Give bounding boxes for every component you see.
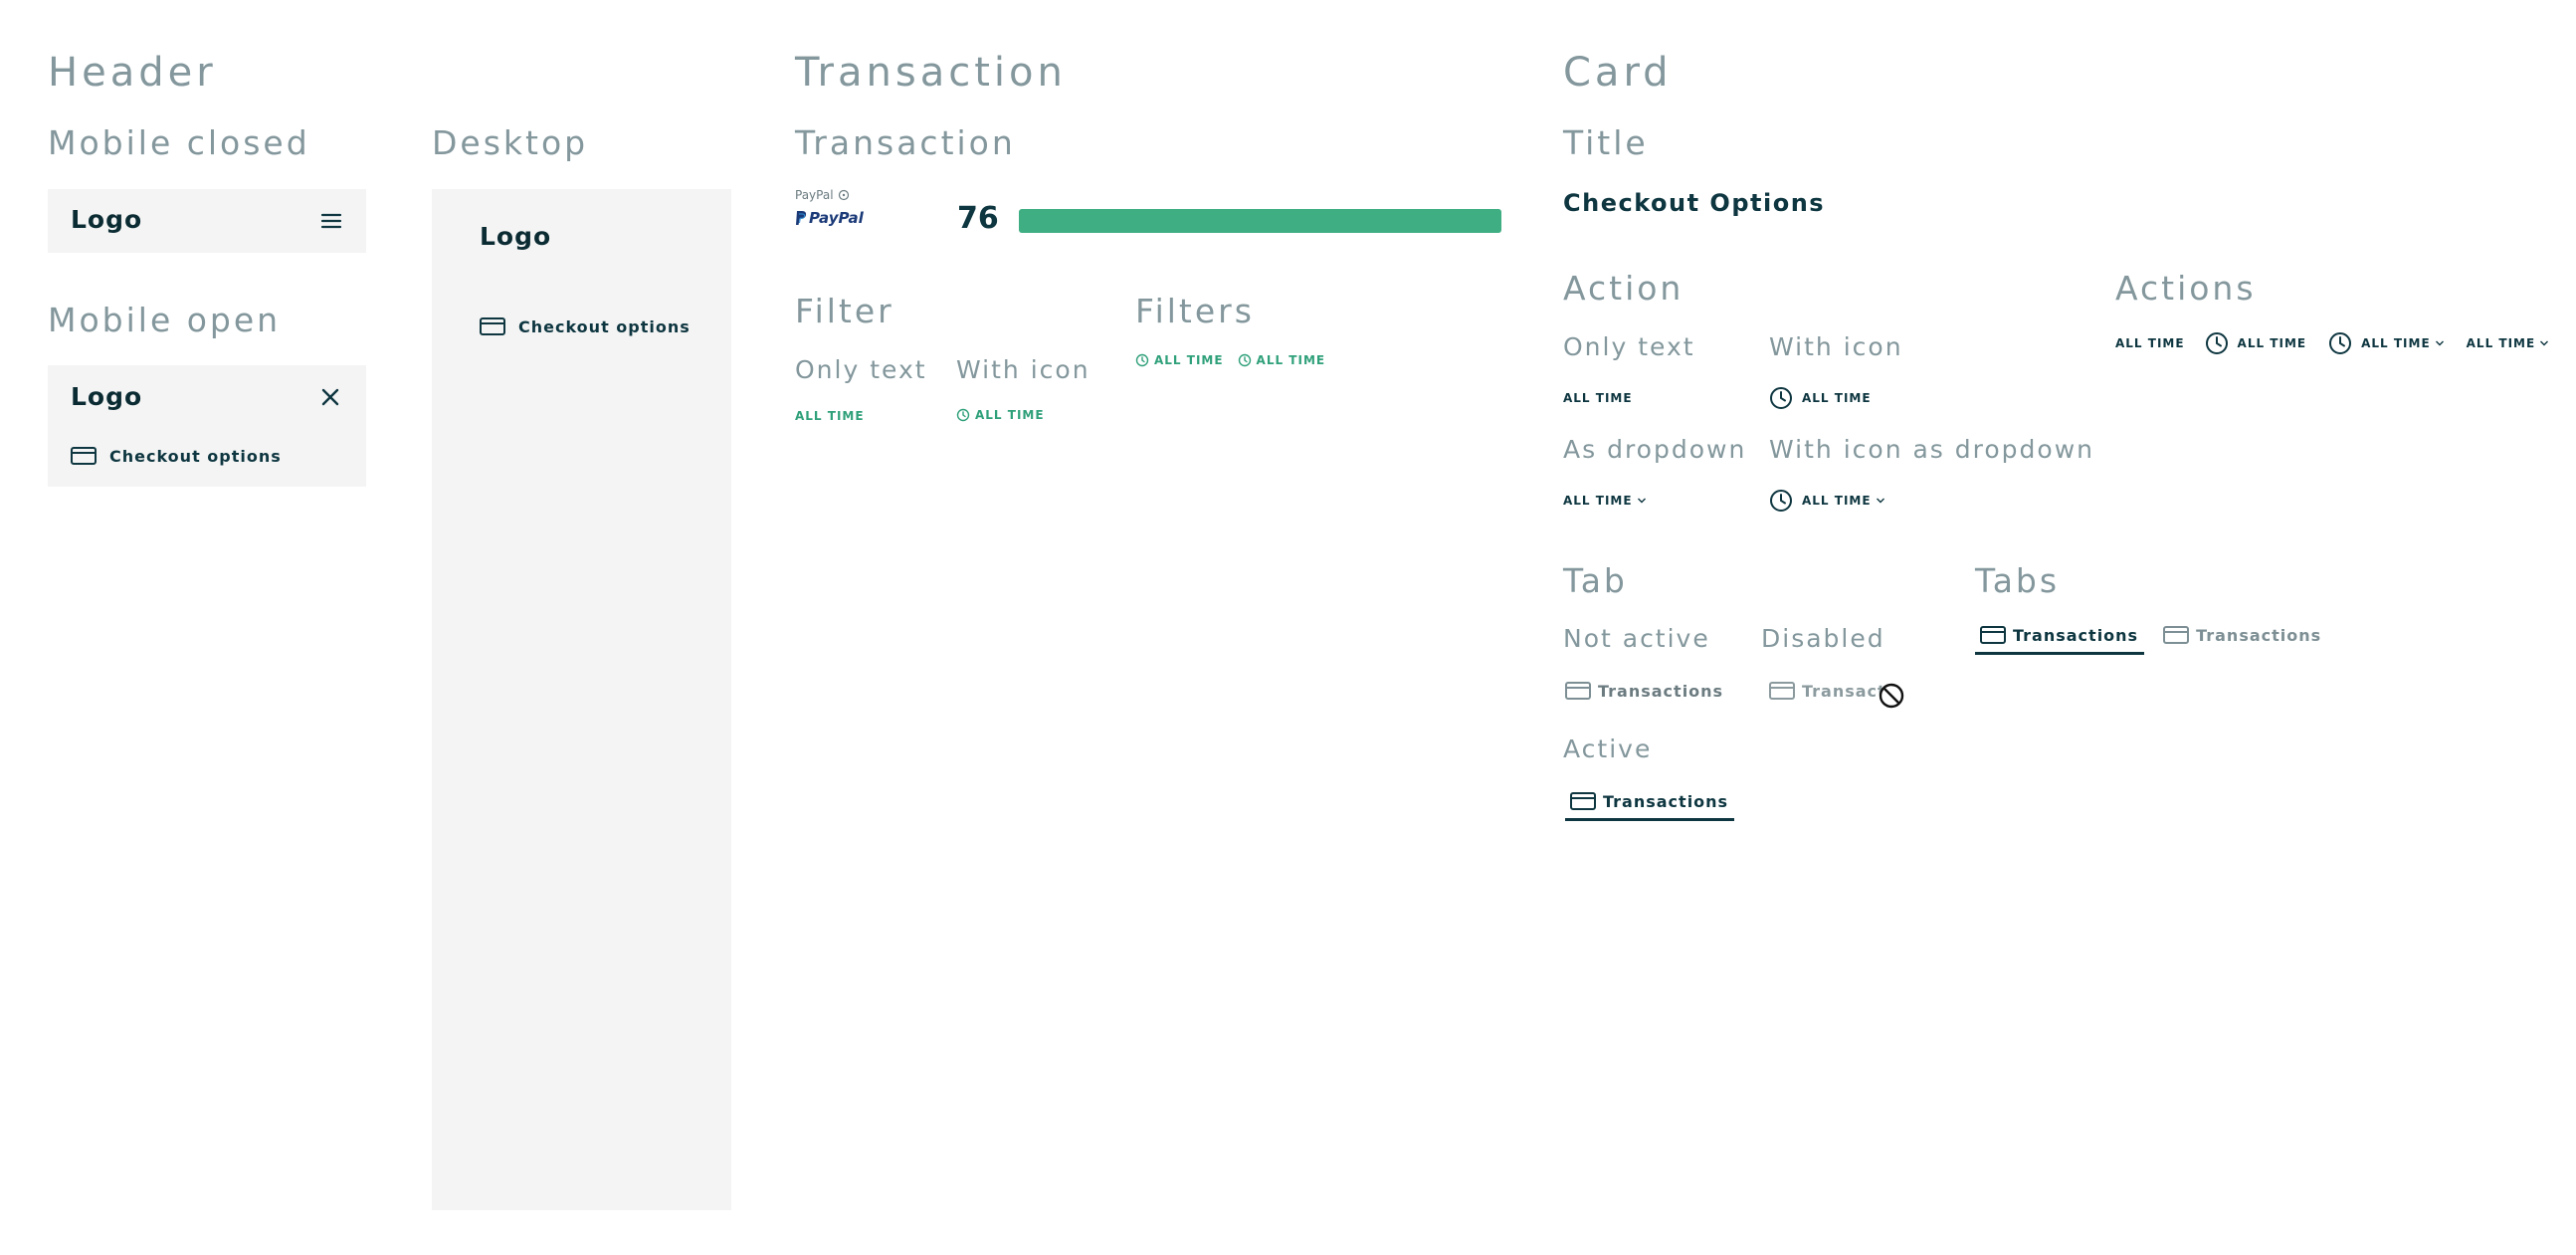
filter-with-icon[interactable]: ALL TIME — [956, 408, 1045, 422]
credit-card-icon — [1769, 682, 1795, 700]
logo[interactable]: Logo — [71, 205, 142, 234]
chevron-down-icon — [2540, 340, 2549, 346]
card-title-value: Checkout Options — [1563, 189, 1826, 217]
tab-disabled-label: Disabled — [1761, 624, 1885, 653]
provider-label: PayPal — [795, 188, 850, 202]
nav-item-label: Checkout options — [518, 316, 691, 336]
clock-icon — [956, 408, 970, 422]
mobile-open-label: Mobile open — [48, 301, 282, 339]
action-item[interactable]: ALL TIME — [2328, 331, 2445, 355]
action-item[interactable]: ALL TIME — [2467, 336, 2550, 350]
paypal-logo: PayPal — [795, 209, 864, 227]
paypal-mark-icon — [796, 211, 807, 225]
nav-item-label: Checkout options — [109, 446, 282, 466]
chevron-down-icon — [1876, 498, 1884, 504]
action-item[interactable]: ALL TIME — [2205, 331, 2307, 355]
filter-title: Filter — [795, 292, 894, 330]
action-with-icon-label: With icon — [1769, 332, 1903, 361]
close-icon[interactable] — [320, 387, 340, 411]
action-icon-dropdown-label: With icon as dropdown — [1769, 435, 2094, 464]
filter-with-icon-label: With icon — [956, 355, 1090, 384]
not-allowed-cursor-icon — [1879, 683, 1904, 713]
action-title: Action — [1563, 269, 1684, 308]
tabs-group: Transactions Transactions — [1975, 624, 2321, 655]
credit-card-icon — [71, 447, 97, 465]
transaction-sub-title: Transaction — [795, 123, 1016, 162]
credit-card-icon — [1570, 792, 1596, 810]
actions-group: ALL TIME ALL TIME ALL TIME ALL TIME — [2115, 331, 2549, 355]
nav-item-checkout-options[interactable]: Checkout options — [70, 445, 282, 467]
clock-icon — [1770, 490, 1792, 512]
tab-active[interactable]: Transactions — [1565, 790, 1735, 821]
score-progress-fill — [1019, 209, 1501, 233]
filter-chip[interactable]: ALL TIME — [1135, 353, 1224, 367]
filter-only-text-label: Only text — [795, 355, 927, 384]
clock-icon — [1135, 353, 1149, 367]
filters-title: Filters — [1135, 292, 1255, 330]
filter-only-text[interactable]: ALL TIME — [795, 409, 865, 423]
info-icon — [838, 189, 849, 201]
action-dropdown[interactable]: ALL TIME — [1563, 494, 1647, 508]
transaction-row[interactable]: PayPal PayPal 76 — [795, 187, 1501, 243]
mobile-closed-label: Mobile closed — [48, 123, 310, 162]
card-section-title: Card — [1563, 50, 1673, 96]
nav-item-checkout-options[interactable]: Checkout options — [479, 315, 691, 337]
tabs-title: Tabs — [1975, 561, 2061, 600]
credit-card-icon — [1980, 626, 2006, 644]
score-progress-track — [1019, 209, 1501, 233]
action-item[interactable]: ALL TIME — [2115, 336, 2185, 350]
action-only-text[interactable]: ALL TIME — [1563, 391, 1633, 405]
desktop-label: Desktop — [432, 123, 589, 162]
chevron-down-icon — [1637, 498, 1646, 504]
tab-title: Tab — [1563, 561, 1628, 600]
credit-card-icon — [480, 317, 505, 335]
hamburger-menu-icon[interactable] — [320, 211, 342, 235]
mobile-open-header: Logo Checkout options — [48, 365, 366, 487]
header-section-title: Header — [48, 50, 217, 96]
tab-transactions[interactable]: Transactions — [2162, 624, 2321, 655]
clock-icon — [2329, 332, 2352, 354]
clock-icon — [1770, 387, 1792, 409]
action-with-icon[interactable]: ALL TIME — [1769, 386, 1872, 410]
chevron-down-icon — [2435, 340, 2444, 346]
tab-not-active[interactable]: Transactions — [1564, 680, 1723, 702]
action-only-text-label: Only text — [1563, 332, 1695, 361]
tab-transactions-active[interactable]: Transactions — [1975, 624, 2145, 655]
mobile-closed-header: Logo — [48, 189, 366, 253]
credit-card-icon — [2163, 626, 2190, 644]
filter-chip[interactable]: ALL TIME — [1238, 353, 1326, 367]
desktop-sidebar: Logo Checkout options — [432, 189, 731, 1210]
tab-active-label: Active — [1563, 734, 1653, 763]
tab-not-active-label: Not active — [1563, 624, 1710, 653]
card-title-label: Title — [1563, 123, 1649, 162]
clock-icon — [1238, 353, 1251, 367]
actions-title: Actions — [2115, 269, 2257, 308]
action-dropdown-label: As dropdown — [1563, 435, 1747, 464]
filters-group: ALL TIME ALL TIME — [1135, 353, 1325, 367]
action-icon-dropdown[interactable]: ALL TIME — [1769, 489, 1885, 513]
logo[interactable]: Logo — [480, 222, 551, 251]
logo[interactable]: Logo — [71, 382, 142, 411]
score-value: 76 — [957, 201, 999, 236]
transaction-section-title: Transaction — [795, 50, 1067, 96]
credit-card-icon — [1565, 682, 1591, 700]
clock-icon — [2205, 332, 2228, 354]
